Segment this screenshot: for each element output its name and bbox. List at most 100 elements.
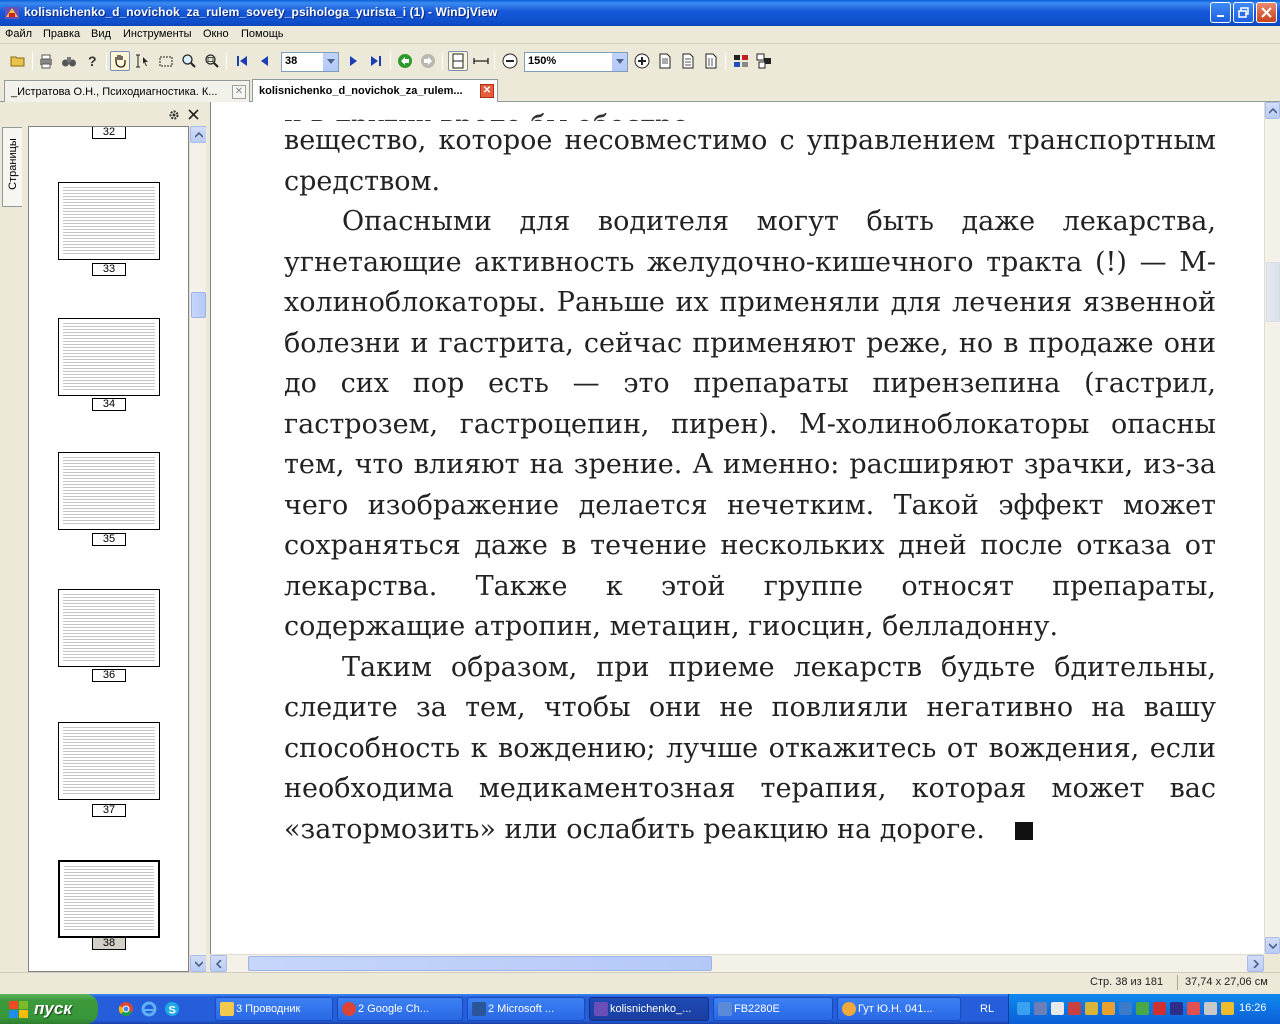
open-button[interactable] [8,51,28,71]
page-dropdown-button[interactable] [322,53,338,71]
display-mode-button[interactable] [731,51,751,71]
menu-help[interactable]: Помощь [241,28,284,40]
thumbnail-page[interactable] [58,318,160,396]
zoom-tool-button[interactable] [179,51,199,71]
rect-select-button[interactable] [156,51,176,71]
tray-app-icon[interactable] [1170,1002,1183,1015]
thumbnail-page-number[interactable]: 35 [92,533,126,546]
thumbnail-page[interactable] [58,722,160,800]
thumbnail-page-number-current[interactable]: 38 [92,937,126,950]
zoom-out-button[interactable] [500,51,520,71]
thumbnail-page-number[interactable]: 37 [92,804,126,817]
monitor-icon[interactable] [1034,1002,1047,1015]
tab-istratova[interactable]: _Истратова О.Н., Психодиагностика. К... … [4,80,250,102]
fit-page-button[interactable] [448,51,468,71]
menu-bar: Файл Правка Вид Инструменты Окно Помощь [0,26,1280,44]
print-button[interactable] [36,51,56,71]
menu-tools[interactable]: Инструменты [123,28,192,40]
taskbar-chrome[interactable]: 2 Google Ch... [337,997,463,1021]
printer-tray-icon[interactable] [1085,1002,1098,1015]
tray-app-icon[interactable] [1119,1002,1132,1015]
ie-quicklaunch-icon[interactable] [141,1001,157,1017]
scroll-left-button[interactable] [210,955,227,972]
start-button[interactable]: пуск [0,994,98,1024]
taskbar-gut[interactable]: Гут Ю.Н. 041... [837,997,961,1021]
menu-edit[interactable]: Правка [43,28,80,40]
zoom-dropdown-button[interactable] [611,53,627,71]
language-indicator[interactable]: RL [980,1003,994,1015]
tray-app-icon[interactable] [1187,1002,1200,1015]
gear-icon[interactable] [168,109,180,121]
zoom-in-button[interactable] [632,51,652,71]
sidebar-scrollbar[interactable] [189,126,207,972]
hand-tool-button[interactable] [110,51,130,71]
scroll-down-button[interactable] [190,955,207,972]
close-panel-icon[interactable] [188,109,199,120]
taskbar-fb2280e[interactable]: FB2280E [713,997,833,1021]
thumbnail-page-current[interactable] [58,860,160,938]
taskbar-windjview[interactable]: kolisnichenko_... [589,997,709,1021]
window-title: kolisnichenko_d_novichok_za_rulem_sovety… [24,5,498,19]
scroll-right-button[interactable] [1247,955,1264,972]
document-view[interactable]: и в других вроде бы обостре... вещество,… [210,102,1264,954]
maximize-button[interactable] [1233,2,1254,23]
thumbnail-page-number[interactable]: 34 [92,398,126,411]
scroll-up-button[interactable] [1265,102,1280,119]
find-button[interactable] [59,51,79,71]
forward-button[interactable] [418,51,438,71]
back-button[interactable] [395,51,415,71]
next-page-button[interactable] [343,51,363,71]
continuous-button[interactable] [678,51,698,71]
scroll-up-button[interactable] [190,126,207,143]
menu-view[interactable]: Вид [91,28,111,40]
facing-pages-button[interactable] [701,51,721,71]
last-page-button[interactable] [366,51,386,71]
tab-kolisnichenko[interactable]: kolisnichenko_d_novichok_za_rulem... ✕ [252,79,498,103]
zoom-combo[interactable]: 150% [524,52,628,72]
tab-close-button[interactable]: ✕ [480,84,494,98]
thumbnail-page-number[interactable]: 32 [92,127,126,139]
thumbnail-page-number[interactable]: 36 [92,669,126,682]
thumbnail-page-number[interactable]: 33 [92,263,126,276]
security-icon[interactable] [1221,1002,1234,1015]
keyboard-icon[interactable] [1051,1002,1064,1015]
document-hscrollbar[interactable] [210,954,1264,972]
close-button[interactable] [1256,2,1277,23]
scroll-thumb[interactable] [248,956,712,971]
tray-app-icon[interactable] [1068,1002,1081,1015]
layers-button[interactable] [754,51,774,71]
taskbar-word[interactable]: 2 Microsoft ... [467,997,585,1021]
tray-app-icon[interactable] [1153,1002,1166,1015]
scroll-thumb[interactable] [191,292,206,318]
scroll-down-button[interactable] [1265,937,1280,954]
fit-width-button[interactable] [471,51,491,71]
scroll-corner [1264,954,1280,972]
zoom-rect-button[interactable] [202,51,222,71]
menu-file[interactable]: Файл [5,28,32,40]
first-page-button[interactable] [232,51,252,71]
prev-page-button[interactable] [255,51,275,71]
tray-app-icon[interactable] [1102,1002,1115,1015]
taskbar-explorer[interactable]: 3 Проводник [215,997,333,1021]
single-page-button[interactable] [655,51,675,71]
skype-quicklaunch-icon[interactable]: S [164,1001,180,1017]
select-tool-button[interactable] [133,51,153,71]
volume-icon[interactable] [1204,1002,1217,1015]
thumbnail-page[interactable] [58,589,160,667]
minimize-button[interactable] [1210,2,1231,23]
clock[interactable]: 16:26 [1239,1002,1267,1014]
scroll-thumb[interactable] [1266,262,1280,322]
thumbnail-page[interactable] [58,182,160,260]
page-number-combo[interactable]: 38 [281,52,339,72]
tab-close-button[interactable]: ✕ [232,85,246,99]
toolbar-separator [390,52,391,70]
document-vscrollbar[interactable] [1264,102,1280,954]
svg-text:S: S [169,1005,176,1017]
menu-window[interactable]: Окно [203,28,229,40]
network-icon[interactable] [1017,1002,1030,1015]
chrome-quicklaunch-icon[interactable] [118,1001,134,1017]
help-button[interactable]: ? [82,51,102,71]
tray-app-icon[interactable] [1136,1002,1149,1015]
sidebar-tab-pages[interactable]: Страницы [2,127,22,207]
thumbnail-page[interactable] [58,452,160,530]
